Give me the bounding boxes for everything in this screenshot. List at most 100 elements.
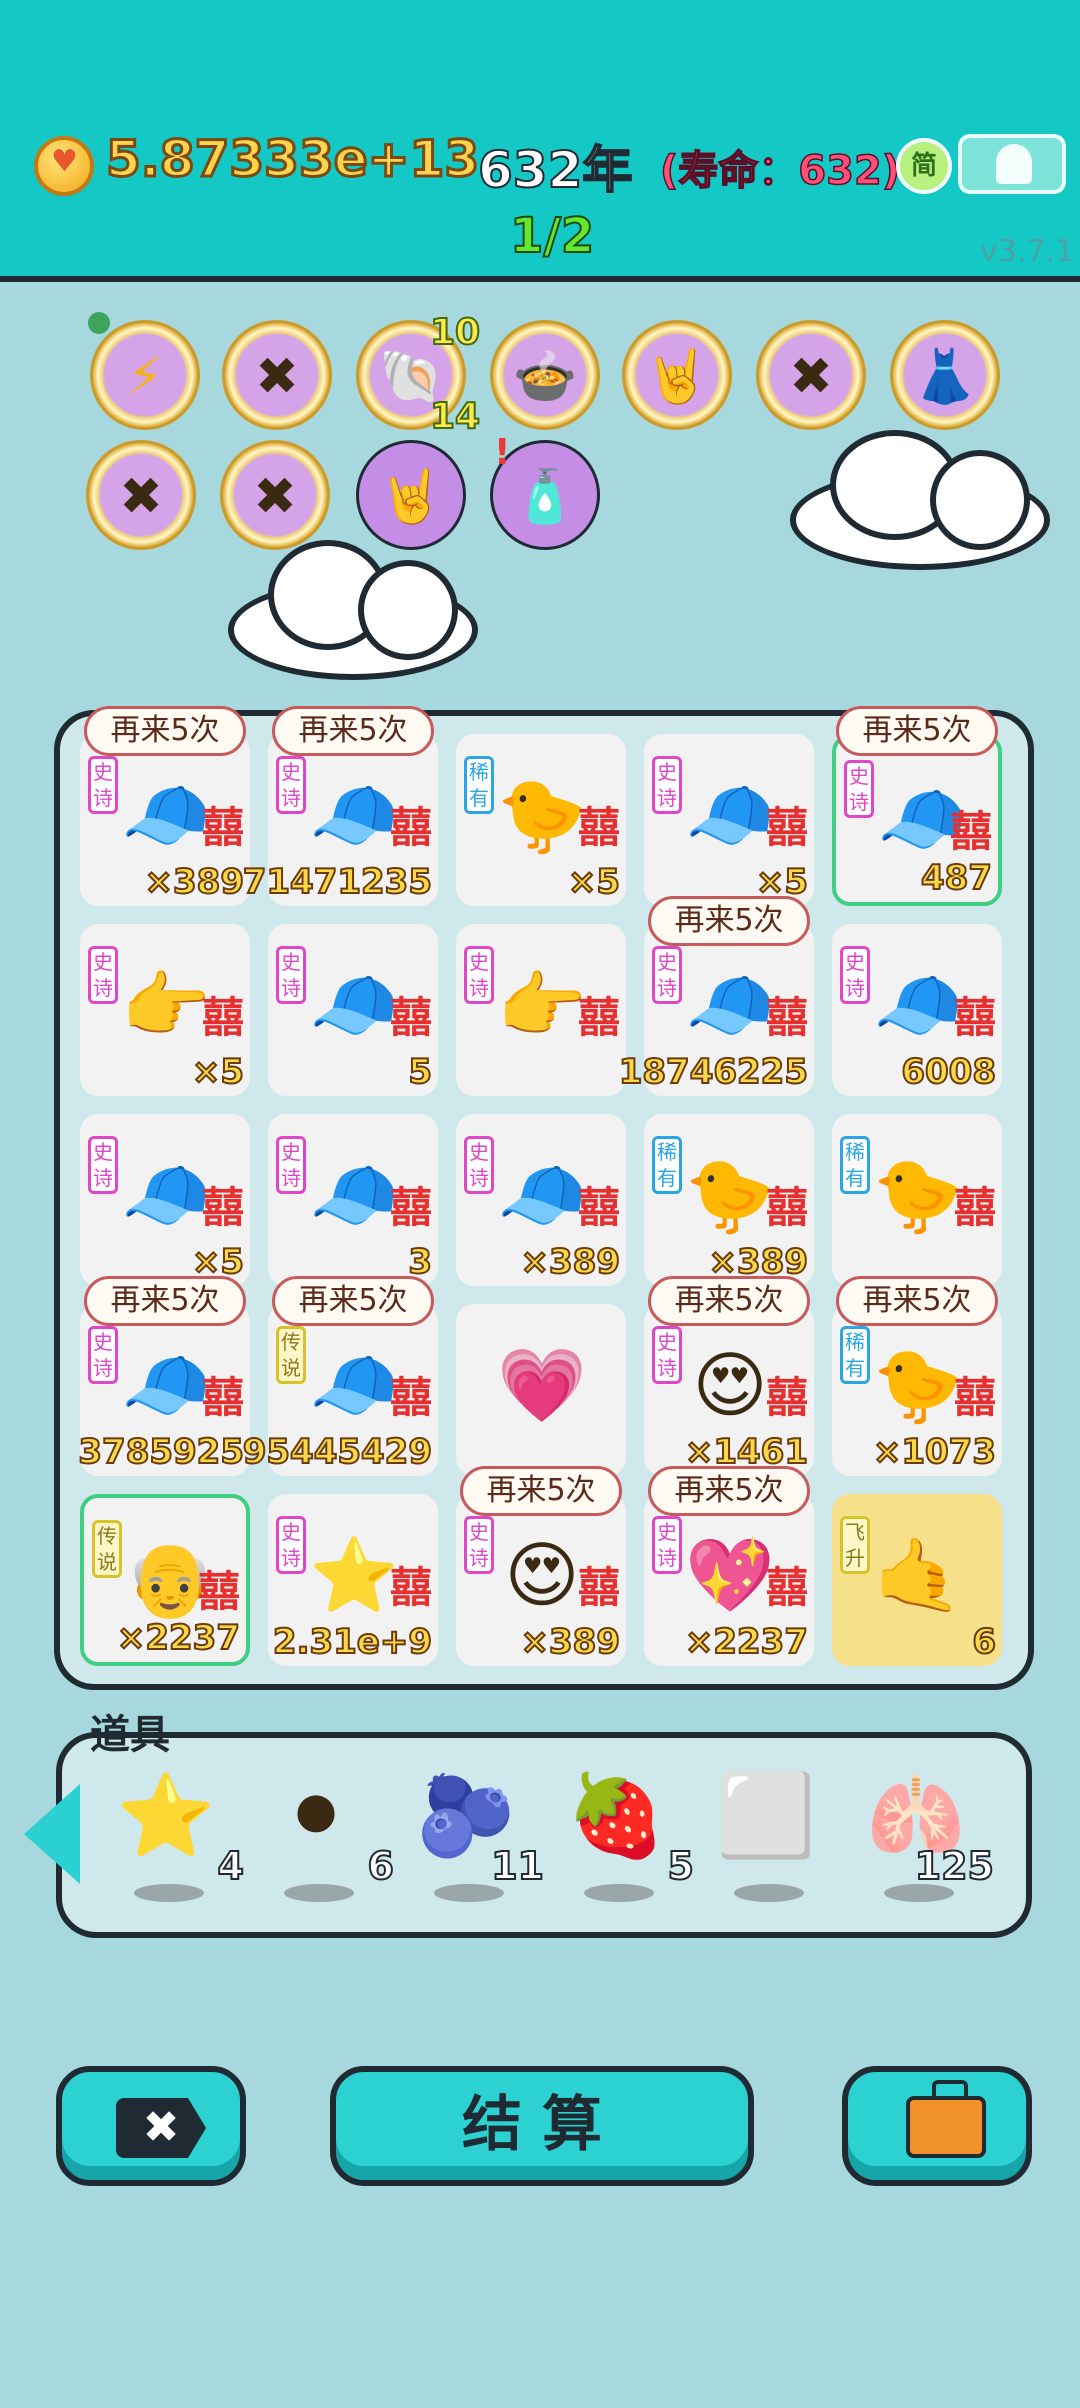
- rarity-tag: 传说: [92, 1520, 122, 1578]
- stage-indicator: 1/2: [509, 207, 595, 265]
- rarity-tag: 稀有: [652, 1136, 682, 1194]
- retry-bubble[interactable]: 再来5次: [84, 1276, 246, 1326]
- board-tile[interactable]: 史诗 🧢 囍 5: [268, 924, 438, 1096]
- retry-bubble[interactable]: 再来5次: [836, 706, 998, 756]
- multiply-buff-icon-4[interactable]: ✖: [220, 440, 330, 550]
- multiply-buff-icon[interactable]: ✖: [222, 320, 332, 430]
- board-tile[interactable]: 传说 👴 囍 ×2237: [80, 1494, 250, 1666]
- prop-item[interactable]: 🫁 125: [866, 1766, 995, 1902]
- retry-bubble[interactable]: 再来5次: [648, 1276, 810, 1326]
- board-tile[interactable]: 传说 🧢 囍 95445429: [242, 1304, 438, 1476]
- prop-item[interactable]: 🍓 5: [566, 1766, 695, 1902]
- shell-count-bottom: 14: [429, 395, 481, 438]
- board-tile[interactable]: 史诗 🧢 囍 71471235: [242, 734, 438, 906]
- prop-item[interactable]: 🫐 11: [416, 1766, 545, 1902]
- yellow-hand-icon: 🤙: [873, 1533, 963, 1617]
- prop-item[interactable]: ⚫ 6: [266, 1766, 395, 1902]
- board-tile[interactable]: 史诗 ⭐ 囍 2.31e+9: [268, 1494, 438, 1666]
- frame-icon: ⬜: [716, 1769, 816, 1862]
- lifespan-label: (寿命：632): [659, 147, 901, 195]
- simplified-toggle[interactable]: 简: [896, 138, 952, 194]
- rarity-tag: 史诗: [652, 756, 682, 814]
- tile-count: ×389: [520, 1241, 621, 1283]
- tile-count: 18746225: [618, 1051, 809, 1093]
- exit-icon: ✖: [116, 2098, 206, 2158]
- rarity-tag: 史诗: [844, 760, 874, 818]
- rarity-tag: 史诗: [276, 946, 306, 1004]
- year-counter: 632年: [477, 140, 633, 200]
- tile-count: ×5: [191, 1051, 245, 1093]
- rock-hand-buff-icon-2[interactable]: 🤘: [356, 440, 466, 550]
- retry-bubble[interactable]: 再来5次: [836, 1276, 998, 1326]
- prop-shadow: [134, 1884, 204, 1902]
- meditate-button[interactable]: [958, 134, 1066, 194]
- cloud-left-icon: [228, 540, 478, 680]
- retry-bubble[interactable]: 再来5次: [460, 1466, 622, 1516]
- board-tile[interactable]: 史诗 🧢 囍 3785925: [77, 1304, 250, 1476]
- board-tile[interactable]: 稀有 🐤 囍 ×389: [644, 1114, 814, 1286]
- board-tile[interactable]: 稀有 🐤 囍 ×5: [456, 734, 626, 906]
- rarity-tag: 传说: [276, 1326, 306, 1384]
- board-tile[interactable]: 史诗 👉 囍: [456, 924, 626, 1096]
- board-tile[interactable]: 史诗 🧢 囍 18746225: [618, 924, 814, 1096]
- tile-count: ×1073: [872, 1431, 997, 1473]
- retry-bubble[interactable]: 再来5次: [648, 1466, 810, 1516]
- props-left-arrow-icon[interactable]: [24, 1784, 80, 1884]
- rarity-tag: 史诗: [88, 1136, 118, 1194]
- double-happiness-label: 囍: [577, 803, 620, 852]
- tile-count: 2.31e+9: [272, 1621, 433, 1663]
- board-tile[interactable]: 史诗 🧢 囍 ×389: [456, 1114, 626, 1286]
- multiply-buff-icon-2[interactable]: ✖: [756, 320, 866, 430]
- retry-bubble[interactable]: 再来5次: [272, 1276, 434, 1326]
- black-hole-icon: ⚫: [282, 1769, 350, 1862]
- rock-hand-buff-icon[interactable]: 🤘: [622, 320, 732, 430]
- retry-bubble[interactable]: 再来5次: [84, 706, 246, 756]
- multiply-buff-icon-3[interactable]: ✖: [86, 440, 196, 550]
- board-tile[interactable]: 史诗 🧢 囍 ×389: [80, 734, 250, 906]
- double-happiness-label: 囍: [389, 1373, 432, 1422]
- double-happiness-label: 囍: [949, 807, 992, 856]
- board-tile[interactable]: 史诗 🧢 囍 6008: [832, 924, 1002, 1096]
- rarity-tag: 史诗: [88, 756, 118, 814]
- retry-bubble[interactable]: 再来5次: [272, 706, 434, 756]
- exit-button[interactable]: ✖: [56, 2066, 246, 2186]
- double-happiness-label: 囍: [953, 1373, 996, 1422]
- board-tile[interactable]: 史诗 🧢 囍 ×5: [644, 734, 814, 906]
- double-happiness-label: 囍: [765, 993, 808, 1042]
- board-tile[interactable]: 史诗 🧢 囍 3: [268, 1114, 438, 1286]
- money-counter: 5.87333e+13: [104, 129, 480, 190]
- double-happiness-label: 囍: [389, 1183, 432, 1232]
- lightning-buff-icon[interactable]: ⚡: [90, 320, 200, 430]
- board-tile[interactable]: 史诗 🧢 囍 ×5: [80, 1114, 250, 1286]
- tile-count: 6: [971, 1621, 997, 1663]
- tile-count: ×2237: [116, 1617, 241, 1659]
- bag-button[interactable]: [842, 2066, 1032, 2186]
- board-tile[interactable]: 史诗 🧢 囍 487: [832, 734, 1002, 906]
- settle-label: 结算: [462, 2090, 622, 2160]
- board-tile[interactable]: 💗: [456, 1304, 626, 1476]
- board-tile[interactable]: 稀有 🐤 囍 ×1073: [832, 1304, 1002, 1476]
- prop-item[interactable]: ⭐ 4: [116, 1766, 245, 1902]
- double-happiness-label: 囍: [953, 993, 996, 1042]
- heart-coin-icon: [34, 136, 94, 196]
- tile-count: ×5: [567, 861, 621, 903]
- prop-item[interactable]: ⬜: [716, 1766, 826, 1902]
- double-happiness-label: 囍: [577, 993, 620, 1042]
- skirt-buff-icon[interactable]: 👗: [890, 320, 1000, 430]
- double-happiness-label: 囍: [197, 1567, 240, 1616]
- board-tile[interactable]: 飞升 🤙 6: [832, 1494, 1002, 1666]
- rarity-tag: 史诗: [276, 1516, 306, 1574]
- retry-bubble[interactable]: 再来5次: [648, 896, 810, 946]
- double-happiness-label: 囍: [765, 1373, 808, 1422]
- rarity-tag: 史诗: [840, 946, 870, 1004]
- double-happiness-label: 囍: [389, 993, 432, 1042]
- board-tile[interactable]: 稀有 🐤 囍: [832, 1114, 1002, 1286]
- board-tile[interactable]: 史诗 💖 囍 ×2237: [644, 1494, 814, 1666]
- settle-button[interactable]: 结算: [330, 2066, 754, 2186]
- bowl-buff-icon[interactable]: 🍲: [490, 320, 600, 430]
- double-happiness-label: 囍: [201, 993, 244, 1042]
- board-tile[interactable]: 史诗 😍 囍 ×389: [456, 1494, 626, 1666]
- board-tile[interactable]: 史诗 👉 囍 ×5: [80, 924, 250, 1096]
- tile-count: 95445429: [242, 1431, 433, 1473]
- board-tile[interactable]: 史诗 😍 囍 ×1461: [644, 1304, 814, 1476]
